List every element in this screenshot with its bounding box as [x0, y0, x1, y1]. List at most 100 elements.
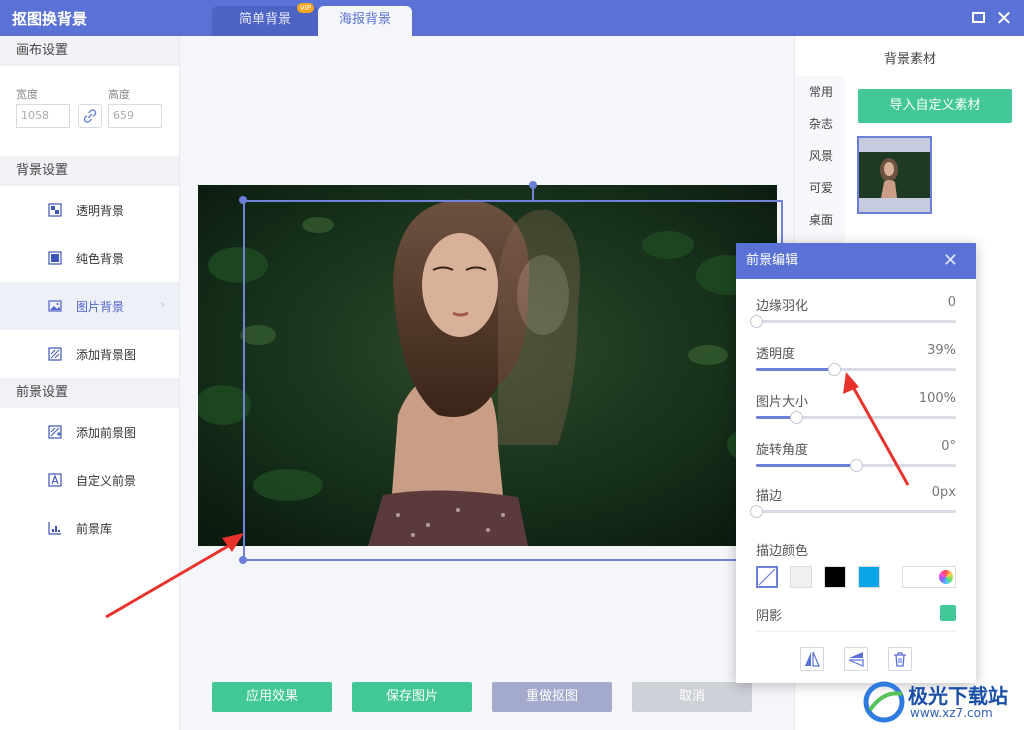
sidebar-item-transparent-background[interactable]: 透明背景: [0, 186, 179, 234]
solid-color-icon: [48, 251, 62, 265]
tab-label: 简单背景: [238, 12, 291, 27]
category-magazine[interactable]: 杂志: [795, 108, 845, 140]
sidebar-item-custom-foreground[interactable]: 自定义前景: [0, 456, 179, 504]
tab-label: 海报背景: [338, 12, 391, 27]
width-field[interactable]: 1058: [16, 104, 70, 128]
divider: [756, 631, 956, 632]
delete-icon[interactable]: [888, 647, 912, 671]
slider-stroke[interactable]: 描边 0px: [750, 485, 956, 518]
save-image-button[interactable]: 保存图片: [352, 682, 472, 712]
slider-track[interactable]: [750, 505, 956, 518]
sidebar-item-label: 透明背景: [76, 203, 125, 218]
slider-label: 描边: [756, 489, 783, 504]
rotate-handle-line: [532, 186, 534, 200]
text-icon: [48, 473, 62, 487]
sidebar-item-label: 图片背景: [76, 299, 125, 314]
section-header-background: 背景设置: [0, 156, 179, 186]
add-image-icon: [48, 347, 62, 361]
stroke-color-swatch-blue[interactable]: [858, 566, 880, 588]
sidebar-item-foreground-library[interactable]: 前景库: [0, 504, 179, 552]
watermark-name: 极光下载站: [908, 684, 1008, 708]
slider-track[interactable]: [756, 411, 956, 424]
custom-color-picker[interactable]: [902, 566, 956, 588]
maximize-icon[interactable]: [968, 8, 988, 28]
watermark: 极光下载站 www.xz7.com: [860, 678, 1024, 730]
section-header-foreground: 前景设置: [0, 378, 179, 408]
cancel-button[interactable]: 取消: [632, 682, 752, 712]
vip-badge: VIP: [296, 3, 314, 13]
slider-label: 边缘羽化: [756, 299, 809, 314]
flip-vertical-icon[interactable]: [844, 647, 868, 671]
slider-thumb[interactable]: [750, 315, 763, 328]
slider-label: 旋转角度: [756, 443, 809, 458]
transparent-icon: [48, 203, 62, 217]
shadow-toggle[interactable]: [940, 605, 956, 621]
slider-fill: [756, 464, 856, 467]
dialog-header: 前景编辑 ✕: [736, 243, 976, 279]
slider-thumb[interactable]: [850, 459, 863, 472]
app-title: 抠图换背景: [12, 10, 88, 28]
left-sidebar: 画布设置 宽度 1058 高度 659 背景设置 透明背景 纯色背景 图片背景 …: [0, 36, 180, 730]
stroke-color-swatch-black[interactable]: [824, 566, 846, 588]
category-common[interactable]: 常用: [795, 76, 845, 108]
sidebar-item-label: 自定义前景: [76, 473, 137, 488]
resize-handle-bottom-left[interactable]: [239, 556, 247, 564]
library-icon: [48, 521, 62, 535]
sidebar-item-add-foreground-image[interactable]: 添加前景图: [0, 408, 179, 456]
foreground-edit-dialog: 前景编辑 ✕ 边缘羽化 0 透明度 39% 图片大小 100% 旋转角度 0°: [736, 243, 976, 683]
category-cute[interactable]: 可爱: [795, 172, 845, 204]
slider-value: 100%: [918, 391, 956, 406]
import-custom-material-button[interactable]: 导入自定义素材: [858, 89, 1012, 123]
category-desktop[interactable]: 桌面: [795, 204, 845, 236]
sidebar-item-label: 前景库: [76, 521, 113, 536]
material-thumbnail[interactable]: [857, 136, 932, 214]
width-label: 宽度: [16, 88, 38, 101]
canvas-settings: 宽度 1058 高度 659: [0, 66, 179, 156]
slider-value: 0: [947, 295, 956, 310]
slider-track[interactable]: [750, 315, 956, 328]
tab-simple-background[interactable]: 简单背景 VIP: [212, 3, 318, 36]
link-icon[interactable]: [78, 104, 102, 128]
slider-thumb[interactable]: [750, 505, 763, 518]
panel-title: 背景素材: [883, 52, 936, 67]
stroke-color-swatch-light-gray[interactable]: [790, 566, 812, 588]
sidebar-item-label: 添加前景图: [76, 425, 137, 440]
height-label: 高度: [108, 88, 130, 101]
redo-cutout-button[interactable]: 重做抠图: [492, 682, 612, 712]
category-scenery[interactable]: 风景: [795, 140, 845, 172]
apply-effect-button[interactable]: 应用效果: [212, 682, 332, 712]
chevron-right-icon: ›: [160, 298, 165, 311]
image-icon: [48, 299, 62, 313]
shadow-label: 阴影: [756, 609, 783, 624]
dialog-title: 前景编辑: [746, 253, 799, 268]
slider-value: 0px: [931, 485, 956, 500]
sidebar-item-label: 添加背景图: [76, 347, 137, 362]
resize-handle-top-left[interactable]: [239, 196, 247, 204]
height-field[interactable]: 659: [108, 104, 162, 128]
watermark-url: www.xz7.com: [910, 706, 993, 720]
stroke-color-swatch-white[interactable]: [756, 566, 778, 588]
title-bar: 抠图换背景 简单背景 VIP 海报背景 ✕: [0, 0, 1024, 36]
slider-track[interactable]: [756, 363, 956, 376]
slider-feather[interactable]: 边缘羽化 0: [750, 295, 956, 328]
background-photo: [198, 185, 777, 546]
slider-thumb[interactable]: [790, 411, 803, 424]
sidebar-item-image-background[interactable]: 图片背景 ›: [0, 282, 179, 330]
slider-label: 透明度: [756, 347, 796, 362]
slider-thumb[interactable]: [828, 363, 841, 376]
watermark-logo-icon: [863, 681, 905, 723]
slider-track[interactable]: [756, 459, 956, 472]
sidebar-item-solid-background[interactable]: 纯色背景: [0, 234, 179, 282]
slider-rotation[interactable]: 旋转角度 0°: [756, 439, 956, 472]
slider-value: 39%: [927, 343, 956, 358]
slider-opacity[interactable]: 透明度 39%: [756, 343, 956, 376]
flip-horizontal-icon[interactable]: [800, 647, 824, 671]
tab-poster-background[interactable]: 海报背景: [318, 6, 412, 36]
close-icon[interactable]: ✕: [943, 243, 958, 279]
color-wheel-icon: [939, 570, 953, 584]
sidebar-item-add-background-image[interactable]: 添加背景图: [0, 330, 179, 378]
close-icon[interactable]: ✕: [994, 8, 1014, 28]
slider-fill: [756, 368, 834, 371]
add-foreground-icon: [48, 425, 62, 439]
slider-image-size[interactable]: 图片大小 100%: [756, 391, 956, 424]
